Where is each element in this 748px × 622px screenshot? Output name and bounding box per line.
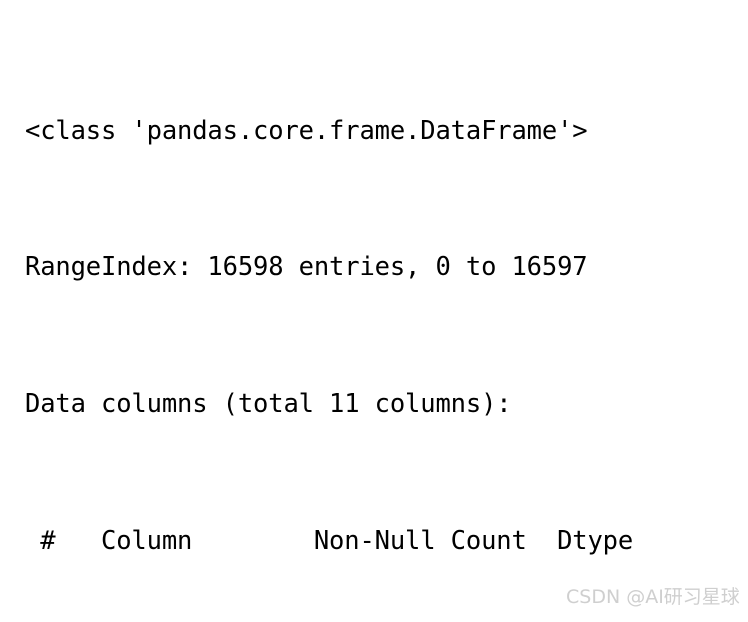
table-header-row: # Column Non-Null Count Dtype	[25, 526, 664, 556]
csdn-watermark: CSDN @AI研习星球	[566, 586, 740, 608]
range-index-line: RangeIndex: 16598 entries, 0 to 16597	[25, 252, 588, 283]
data-columns-line: Data columns (total 11 columns):	[25, 389, 512, 420]
dataframe-info-output: <class 'pandas.core.frame.DataFrame'> Ra…	[25, 11, 725, 622]
class-line: <class 'pandas.core.frame.DataFrame'>	[25, 115, 588, 146]
console-screen: <class 'pandas.core.frame.DataFrame'> Ra…	[0, 0, 748, 622]
